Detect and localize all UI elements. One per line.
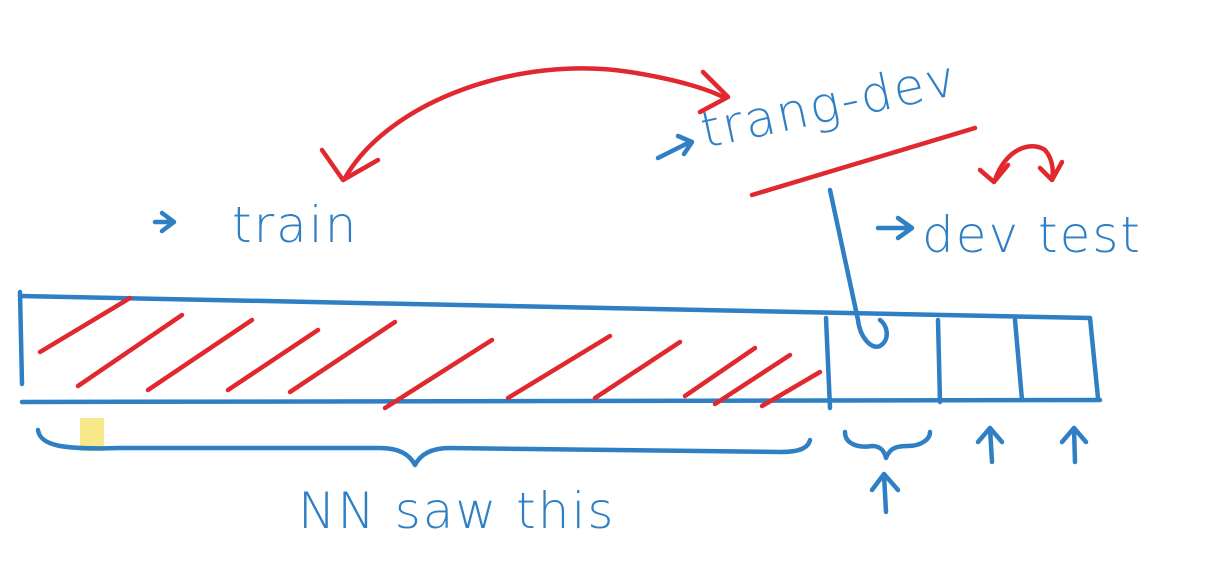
dev-up-arrow — [975, 425, 1005, 465]
train-segment-hatching — [37, 295, 823, 411]
swap-arrow-dev-test — [977, 144, 1065, 185]
train-dev-divider — [823, 315, 833, 411]
train-dev-label-group: trang-dev — [655, 49, 962, 161]
train-label-group: train — [152, 196, 358, 254]
nn-saw-this-label: NN saw this — [298, 482, 615, 540]
train-dev-pointer-line — [827, 187, 889, 349]
dev-test-pointer-icon — [875, 215, 915, 241]
train-label: train — [232, 196, 358, 254]
dev-test-label: dev test — [922, 206, 1142, 264]
dev-divider — [935, 317, 943, 405]
nn-saw-this-brace — [35, 427, 813, 468]
test-divider — [1012, 317, 1025, 403]
train-pointer-icon — [152, 210, 177, 234]
swap-arrow-train-traindev — [319, 66, 731, 183]
whiteboard-diagram: train trang-dev dev test NN saw this — [17, 49, 1142, 540]
train-dev-up-arrow — [869, 471, 901, 515]
test-up-arrow — [1059, 425, 1089, 465]
dev-test-label-group: dev test — [875, 206, 1142, 264]
train-dev-small-brace — [842, 429, 933, 461]
train-dev-pointer-icon — [655, 133, 695, 161]
